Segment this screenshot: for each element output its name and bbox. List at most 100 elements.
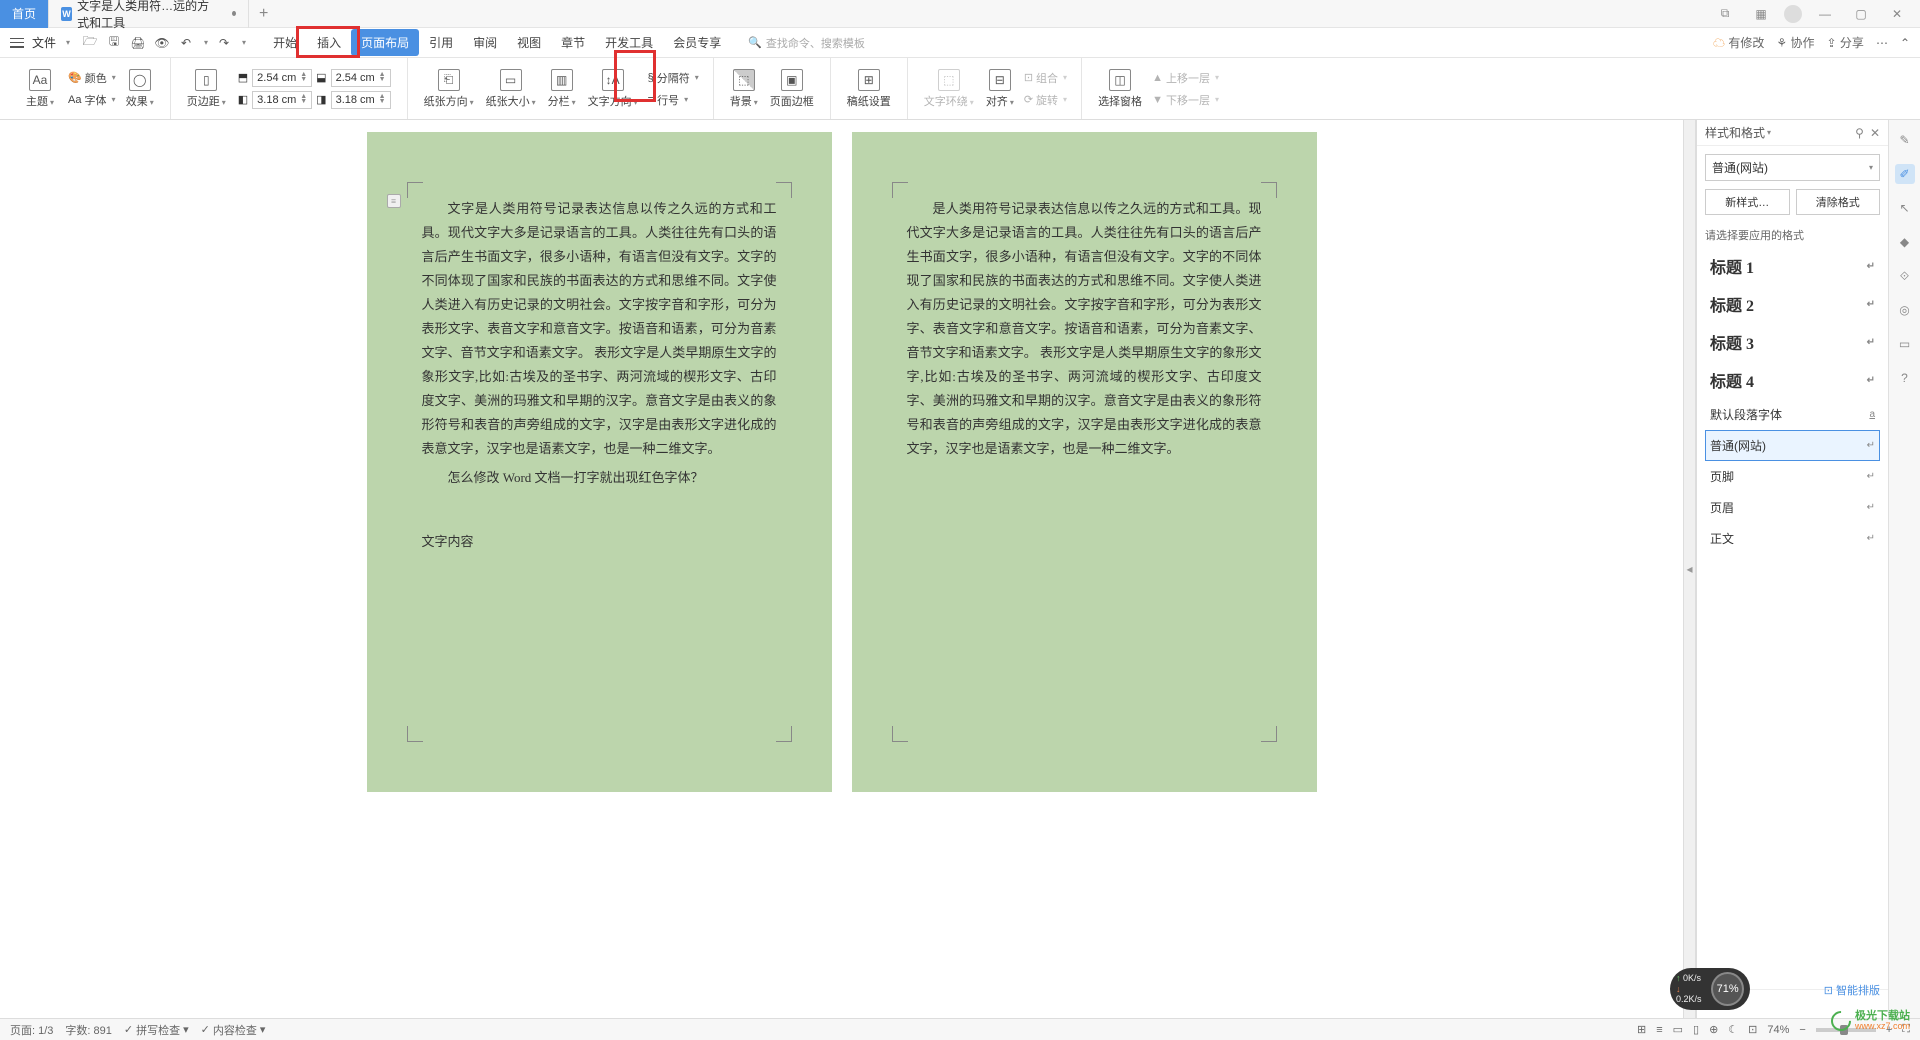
more-icon[interactable]: ⋯ [1876,36,1888,50]
text-wrap-button[interactable]: ⬚文字环绕▾ [918,66,980,112]
panel-collapse-handle[interactable]: ◂ [1683,120,1696,1018]
rotate-button[interactable]: ⟳旋转▾ [1020,90,1071,110]
margin-bottom-input[interactable]: 2.54 cm▲▼ [331,69,391,87]
sidebar-help-icon[interactable]: ? [1895,368,1915,388]
theme-button[interactable]: Aa主题▾ [20,66,60,112]
sidebar-translate-icon[interactable]: ⟐ [1895,266,1915,286]
style-default-font[interactable]: 默认段落字体a [1705,399,1880,430]
collaborate-button[interactable]: ⚘ 协作 [1776,34,1814,51]
document-canvas[interactable]: ≡ 文字是人类用符号记录表达信息以传之久远的方式和工具。现代文字大多是记录语言的… [0,120,1683,1018]
home-tab[interactable]: 首页 [0,0,49,28]
undo-icon[interactable]: ↶ [178,35,194,51]
panel-close-icon[interactable]: ✕ [1870,126,1880,140]
breaks-button[interactable]: §分隔符▾ [644,68,703,88]
save-icon[interactable]: 🖫 [106,35,122,51]
margin-top-input[interactable]: 2.54 cm▲▼ [252,69,312,87]
zoom-level[interactable]: 74% [1767,1024,1789,1036]
smart-layout-button[interactable]: ⊡ 智能排版 [1824,982,1880,998]
group-button[interactable]: ⊡组合▾ [1020,68,1071,88]
redo-icon[interactable]: ↷ [216,35,232,51]
orientation-button[interactable]: ⎗纸张方向▾ [418,66,480,112]
spell-check-status[interactable]: ✓ 拼写检查 ▾ [124,1022,189,1038]
margin-left-input[interactable]: 3.18 cm▲▼ [252,91,312,109]
selection-pane-button[interactable]: ◫选择窗格 [1092,66,1148,112]
tab-view[interactable]: 视图 [507,29,551,56]
text-direction-button[interactable]: ↕A文字方向▾ [582,66,644,112]
style-normal-web[interactable]: 普通(网站)↵ [1705,430,1880,461]
theme-font-button[interactable]: Aa 字体▾ [64,90,120,110]
view-mode-icon[interactable]: ⊞ [1637,1023,1646,1036]
night-mode-icon[interactable]: ☾ [1728,1023,1738,1036]
body-paragraph[interactable]: 文字是人类用符号记录表达信息以传之久远的方式和工具。现代文字大多是记录语言的工具… [422,197,777,462]
maximize-button[interactable]: ▢ [1848,4,1874,24]
margin-right-input[interactable]: 3.18 cm▲▼ [331,91,391,109]
line-numbers-button[interactable]: ≡行号▾ [644,90,703,110]
fit-page-icon[interactable]: ⊡ [1748,1023,1757,1036]
document-tab[interactable]: W 文字是人类用符…远的方式和工具 [49,0,249,28]
tab-insert[interactable]: 插入 [307,29,351,56]
print-icon[interactable]: 🖨 [130,35,146,51]
paper-size-button[interactable]: ▭纸张大小▾ [480,66,542,112]
current-style-select[interactable]: 普通(网站)▾ [1705,154,1880,181]
sidebar-styles-icon[interactable]: ✐ [1895,164,1915,184]
body-paragraph[interactable]: 是人类用符号记录表达信息以传之久远的方式和工具。现代文字大多是记录语言的工具。人… [907,197,1262,462]
tab-sections[interactable]: 章节 [551,29,595,56]
background-button[interactable]: ⬚背景▾ [724,66,764,112]
style-header[interactable]: 页眉↵ [1705,492,1880,523]
page-1[interactable]: ≡ 文字是人类用符号记录表达信息以传之久远的方式和工具。现代文字大多是记录语言的… [367,132,832,792]
page-number-status[interactable]: 页面: 1/3 [10,1022,53,1038]
style-heading-1[interactable]: 标题 1↵ [1705,247,1880,285]
tab-review[interactable]: 审阅 [463,29,507,56]
section-marker-icon[interactable]: ≡ [387,194,401,208]
has-changes-button[interactable]: ☁ 有修改 [1713,34,1764,51]
view-read-icon[interactable]: ▯ [1693,1023,1699,1036]
share-button[interactable]: ⇪ 分享 [1827,34,1864,51]
columns-button[interactable]: ▥分栏▾ [542,66,582,112]
style-body[interactable]: 正文↵ [1705,523,1880,554]
sidebar-read-icon[interactable]: ▭ [1895,334,1915,354]
hamburger-menu-icon[interactable] [10,38,24,48]
page-margin-button[interactable]: ▯页边距▾ [181,66,232,112]
globe-icon[interactable]: ⊕ [1709,1023,1718,1036]
bring-forward-button[interactable]: ▲上移一层▾ [1148,68,1223,88]
body-paragraph[interactable]: 怎么修改 Word 文档一打字就出现红色字体？ [422,466,777,490]
tab-references[interactable]: 引用 [419,29,463,56]
zoom-out-button[interactable]: − [1799,1024,1805,1036]
view-outline-icon[interactable]: ≡ [1656,1024,1662,1036]
panel-pin-icon[interactable]: ⚲ [1855,126,1864,140]
new-tab-button[interactable]: + [249,5,278,23]
style-heading-4[interactable]: 标题 4↵ [1705,361,1880,399]
align-button[interactable]: ⊟对齐▾ [980,66,1020,112]
word-count-status[interactable]: 字数: 891 [65,1022,111,1038]
collapse-ribbon-icon[interactable]: ⌃ [1900,36,1910,50]
theme-color-button[interactable]: 🎨颜色▾ [64,68,120,88]
sidebar-location-icon[interactable]: ◎ [1895,300,1915,320]
style-footer[interactable]: 页脚↵ [1705,461,1880,492]
tab-page-layout[interactable]: 页面布局 [351,29,419,56]
page-2[interactable]: 是人类用符号记录表达信息以传之久远的方式和工具。现代文字大多是记录语言的工具。人… [852,132,1317,792]
minimize-button[interactable]: — [1812,4,1838,24]
network-speed-widget[interactable]: ↑ 0K/s ↓ 0.2K/s 71% [1670,968,1750,1010]
sidebar-pencil-icon[interactable]: ✎ [1895,130,1915,150]
tab-dev-tools[interactable]: 开发工具 [595,29,663,56]
open-icon[interactable]: 🗁 [82,35,98,51]
page-border-button[interactable]: ▣页面边框 [764,66,820,112]
reading-mode-icon[interactable]: ⧉ [1712,4,1738,24]
sidebar-shapes-icon[interactable]: ◆ [1895,232,1915,252]
new-style-button[interactable]: 新样式… [1705,189,1790,215]
view-web-icon[interactable]: ▭ [1673,1023,1683,1036]
style-heading-2[interactable]: 标题 2↵ [1705,285,1880,323]
send-backward-button[interactable]: ▼下移一层▾ [1148,90,1223,110]
user-avatar-icon[interactable] [1784,5,1802,23]
sidebar-select-icon[interactable]: ↖ [1895,198,1915,218]
content-check-status[interactable]: ✓ 内容检查 ▾ [201,1022,266,1038]
close-button[interactable]: ✕ [1884,4,1910,24]
style-heading-3[interactable]: 标题 3↵ [1705,323,1880,361]
tab-start[interactable]: 开始 [263,29,307,56]
clear-format-button[interactable]: 清除格式 [1796,189,1881,215]
manuscript-button[interactable]: ⊞稿纸设置 [841,66,897,112]
effects-button[interactable]: ◯效果▾ [120,66,160,112]
tab-member[interactable]: 会员专享 [663,29,731,56]
apps-grid-icon[interactable]: ▦ [1748,4,1774,24]
body-paragraph[interactable]: 文字内容 [422,530,777,554]
